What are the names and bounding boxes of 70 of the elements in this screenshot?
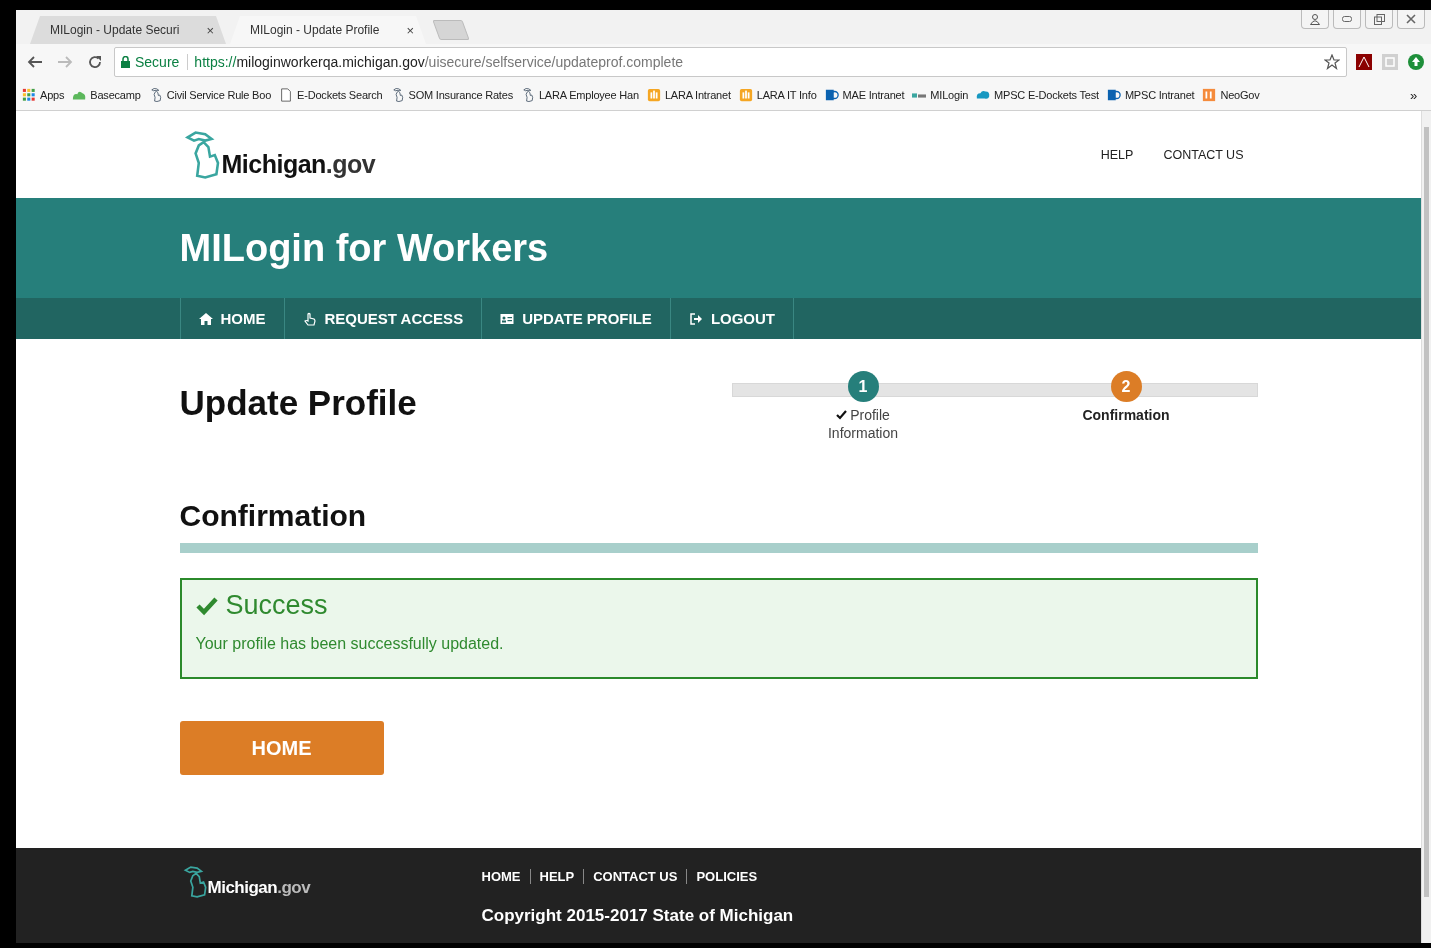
mitten-icon [520, 88, 535, 102]
restore-icon[interactable] [1365, 10, 1393, 29]
step-number: 2 [1110, 371, 1142, 402]
checkmark-icon [836, 410, 848, 420]
nav-link[interactable]: HOME [180, 298, 285, 339]
browser-tab[interactable]: MILogin - Update Securi × [30, 16, 226, 44]
more-bookmarks-button[interactable]: » [1409, 87, 1425, 103]
url-text: https://miloginworkerqa.michigan.gov/uisecure/selfservice/updateprof.complete [194, 54, 685, 70]
header-link[interactable]: CONTACT US [1163, 147, 1244, 162]
header-link[interactable]: HELP [1100, 147, 1134, 162]
copyright-text: Copyright 2015-2017 State of Michigan [481, 906, 794, 926]
scrollbar[interactable] [1421, 111, 1431, 943]
minimize-icon[interactable] [1333, 10, 1361, 29]
id-card-icon [500, 311, 515, 326]
close-icon[interactable] [1397, 10, 1425, 29]
bookmark-link[interactable]: MPSC E-Dockets Test [994, 89, 1099, 101]
mitten-icon [390, 88, 405, 102]
bookmark-link[interactable]: MILogin [930, 89, 969, 101]
footer-link[interactable]: HELP [529, 869, 584, 884]
tab-close-button[interactable]: × [406, 22, 414, 38]
section-title: Confirmation [179, 499, 368, 533]
alert-message: Your profile has been successfully updated. [195, 635, 505, 653]
address-bar[interactable]: Secure https://miloginworkerqa.michigan.gov/uisecure/selfservice/updateprof.complete [114, 47, 1347, 77]
bookmark-link[interactable]: LARA Employee Han [538, 89, 639, 101]
footer-link[interactable]: HOME [481, 869, 530, 884]
star-icon[interactable] [1324, 54, 1340, 70]
mitten-icon [148, 88, 163, 102]
bookmark-link[interactable]: Civil Service Rule Boo [166, 89, 272, 101]
bookmark-link[interactable]: LARA Intranet [664, 89, 731, 101]
bookmark-link[interactable]: Apps [40, 89, 65, 101]
bookmark-link[interactable]: NeoGov [1220, 89, 1260, 101]
pdf-icon[interactable] [1355, 53, 1373, 71]
bookmark-link[interactable]: MAE Intranet [842, 89, 905, 101]
sharepoint-icon [824, 88, 839, 102]
apps-grid-icon [22, 88, 36, 102]
cloud-icon [976, 88, 991, 102]
step-label: Profile Information [826, 406, 899, 442]
page-icon [279, 88, 294, 102]
page-title: Update Profile [179, 383, 417, 424]
footer-link[interactable]: POLICIES [686, 869, 767, 884]
building-icon [738, 88, 753, 102]
logo-icon [912, 92, 927, 98]
footer-link[interactable]: CONTACT US [583, 869, 687, 884]
bookmark-link[interactable]: Basecamp [90, 89, 141, 101]
upload-icon[interactable] [1407, 53, 1425, 71]
logout-icon [688, 311, 703, 326]
pointing-hand-icon [302, 311, 317, 326]
logo-text: Michigan.gov [207, 878, 311, 898]
nav-link[interactable]: LOGOUT [670, 298, 795, 339]
home-icon [198, 311, 213, 326]
lock-icon [121, 56, 130, 68]
bookmark-link[interactable]: MPSC Intranet [1124, 89, 1195, 101]
sharepoint-icon [1106, 88, 1121, 102]
bookmark-link[interactable]: E-Dockets Search [297, 89, 383, 101]
alert-title: Success [225, 590, 328, 621]
tab-close-button[interactable]: × [206, 22, 214, 38]
logo-text: Michigan.gov [221, 149, 376, 179]
step-label: Confirmation [1082, 406, 1170, 424]
bookmark-link[interactable]: LARA IT Info [756, 89, 817, 101]
step-number: 1 [847, 371, 879, 402]
building-icon [646, 88, 661, 102]
checkmark-icon [195, 595, 218, 616]
bookmark-link[interactable]: SOM Insurance Rates [408, 89, 513, 101]
secure-label: Secure [135, 54, 180, 70]
nav-link[interactable]: REQUEST ACCESS [284, 298, 483, 339]
site-title: MILogin for Workers [179, 226, 549, 270]
browser-tab[interactable]: MILogin - Update Profile × [230, 16, 426, 44]
pe-badge-icon [1202, 88, 1217, 102]
nav-link[interactable]: UPDATE PROFILE [482, 298, 671, 339]
user-icon[interactable] [1301, 10, 1329, 29]
